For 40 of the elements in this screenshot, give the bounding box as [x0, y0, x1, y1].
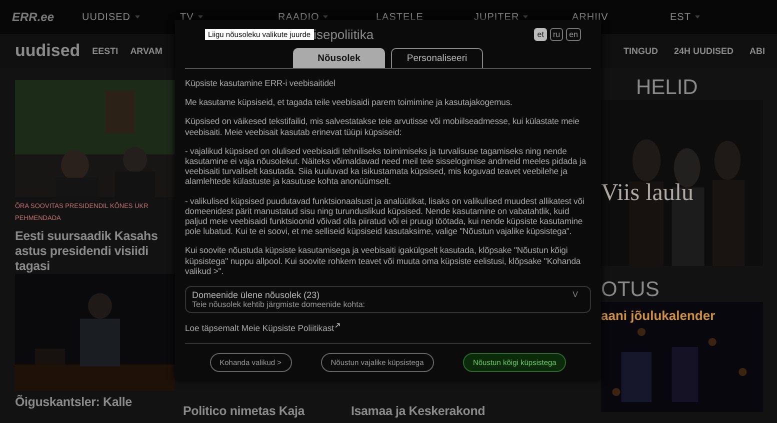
tab[interactable]: Nõusolek — [293, 48, 385, 68]
picture-caption: aani jõulukalender — [601, 308, 716, 323]
policy-link[interactable]: Loe täpsemalt Meie Küpsiste Poliitikast — [185, 323, 334, 334]
nav-link[interactable]: LASTELE — [376, 12, 424, 22]
nav-link[interactable]: TV — [180, 12, 194, 22]
paragraph: Kui soovite nõustuda küpsiste kasutamisega ja veebisaiti igakülgselt kasutada, klõpsake "Nõustun kõigi küpsistega" nuppu allpool. Kui soovite rohkem teavet või muuta oma küpsiste eelistusi, klõpsake "Kohanda valikud >". — [185, 245, 582, 276]
paragraph: Küpsiste kasutamine ERR-i veebisaitidel — [185, 78, 336, 88]
nav-link[interactable]: ARHIIV — [572, 12, 608, 22]
section-link[interactable]: ARVAM — [130, 46, 162, 56]
article-headline[interactable]: Politico nimetas Kaja — [183, 404, 343, 419]
paragraph: Me kasutame küpsiseid, et tagada teile veebisaidi parem toimimine ja kasutajakogemus. — [185, 97, 514, 108]
external-link-icon — [335, 323, 340, 328]
paragraph: - vajalikud küpsised on olulised veebisaidi tehniliseks toimimiseks ja turvalisuse tagamiseks ning nende kasutamine ei vaja nõusolekut. Näiteks võimaldavad need meil teie sisselogimise andmeid meeles pidada ja veebisaiti turvaliselt kasutada. Siia kuuluvad ka isikustamata küpsised, mis koguvad teavet veebilehe ja alamlehtede külastuste ja kasutuse kohta anonüümselt. — [185, 146, 587, 187]
article-headline[interactable]: Isamaa ja Keskerakond — [351, 404, 593, 419]
section-link[interactable]: 24H UUDISED — [674, 46, 734, 56]
logo[interactable]: ERR.ee — [12, 10, 82, 24]
article-headline[interactable]: Õiguskantsler: Kalle — [15, 395, 175, 410]
paragraph: - valikulised küpsised puudutavad funktsionaalsust ja analüütikat, lisaks on valikulised muudest allikatest või domeenidest pärit manustatud sisu ning turunduslikud küpsised. Nende kasutamine on vabatahtlik, kuid paljud meie veebisaidi funktsioonid võivad olla piiratud või ei pruugi töötada, kui nende küpsiste kasutamine pole lubatud. Kui te ei soovi, et me selliseid küpsiseid kasutaksime, valige "Nõustun vajalike küpsistega". — [185, 196, 586, 236]
domains-panel[interactable]: Domeenide ülene nõusolek (23) Teie nõusolek kehtib järgmiste domeenide kohta: V — [185, 286, 591, 314]
article-headline[interactable]: Eesti suursaadik Kasahs astus presidendi visiidi tagasi — [15, 229, 175, 274]
nav-link[interactable]: UUDISED — [82, 12, 131, 22]
nav-link[interactable]: JUPITER — [474, 12, 520, 22]
dialog-title: isepoliitika — [314, 26, 374, 42]
language-button[interactable]: en — [566, 28, 581, 40]
paragraph: Küpsised on väikesed tekstifailid, mis salvestatakse teie arvutisse või mobiilseadmesse, kui külastate meie veebisaiti. Meie veebisait kasutab erinevat tüüpi küpsiseid: — [185, 116, 580, 137]
section-link[interactable]: TINGUD — [623, 46, 658, 56]
tab[interactable]: Personaliseeri — [391, 48, 483, 68]
language-button[interactable]: ru — [550, 28, 564, 40]
section-link[interactable]: EESTI — [92, 46, 118, 56]
panel-subtitle: Teie nõusolek kehtib järgmiste domeenide kohta: — [192, 300, 365, 310]
section-title[interactable]: uudised — [15, 41, 80, 61]
nav-link[interactable]: EST — [670, 12, 691, 22]
panel-title: Domeenide ülene nõusolek (23) — [192, 290, 321, 300]
section-heading: HELID — [635, 76, 699, 100]
section-heading: OTUS — [601, 278, 660, 302]
picture-caption: Viis laulu — [601, 180, 694, 207]
language-button[interactable]: et — [534, 28, 547, 40]
nav-link[interactable]: RAADIO — [278, 12, 320, 22]
section-link[interactable]: ABI — [750, 46, 765, 56]
expand-toggle[interactable]: V — [572, 290, 578, 300]
